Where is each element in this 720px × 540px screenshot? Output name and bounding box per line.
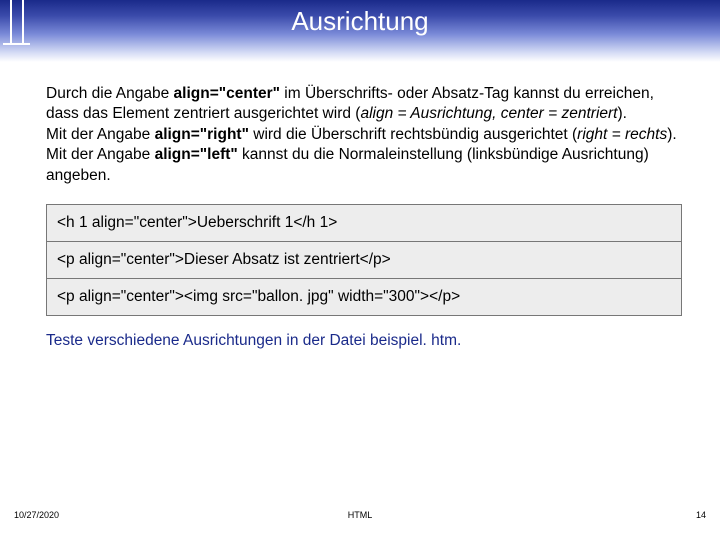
code-example-box: <h 1 align="center">Ueberschrift 1</h 1>… xyxy=(46,204,682,316)
instruction-text: Teste verschiedene Ausrichtungen in der … xyxy=(46,332,682,350)
bold-text: align="center" xyxy=(174,85,280,102)
slide-body: Durch die Angabe align="center" im Übers… xyxy=(0,62,720,350)
text: ). xyxy=(667,126,676,143)
footer-center: HTML xyxy=(0,510,720,520)
slide-title: Ausrichtung xyxy=(0,6,720,37)
bold-text: align="right" xyxy=(155,126,249,143)
bold-text: align="left" xyxy=(155,146,238,163)
text: ). xyxy=(618,105,627,122)
italic-text: align = Ausrichtung, center = zentriert xyxy=(360,105,617,122)
decor-line xyxy=(3,43,30,45)
code-line: <p align="center"><img src="ballon. jpg"… xyxy=(47,279,681,315)
text: Mit der Angabe xyxy=(46,146,155,163)
footer-page-number: 14 xyxy=(696,510,706,520)
slide-header: Ausrichtung xyxy=(0,0,720,62)
body-paragraph: Durch die Angabe align="center" im Übers… xyxy=(46,84,682,186)
code-line: <p align="center">Dieser Absatz ist zent… xyxy=(47,242,681,279)
text: Mit der Angabe xyxy=(46,126,155,143)
italic-text: right = rechts xyxy=(577,126,667,143)
text: Durch die Angabe xyxy=(46,85,174,102)
code-line: <h 1 align="center">Ueberschrift 1</h 1> xyxy=(47,205,681,242)
text: wird die Überschrift rechtsbündig ausger… xyxy=(249,126,577,143)
slide-footer: 10/27/2020 HTML 14 xyxy=(0,510,720,526)
